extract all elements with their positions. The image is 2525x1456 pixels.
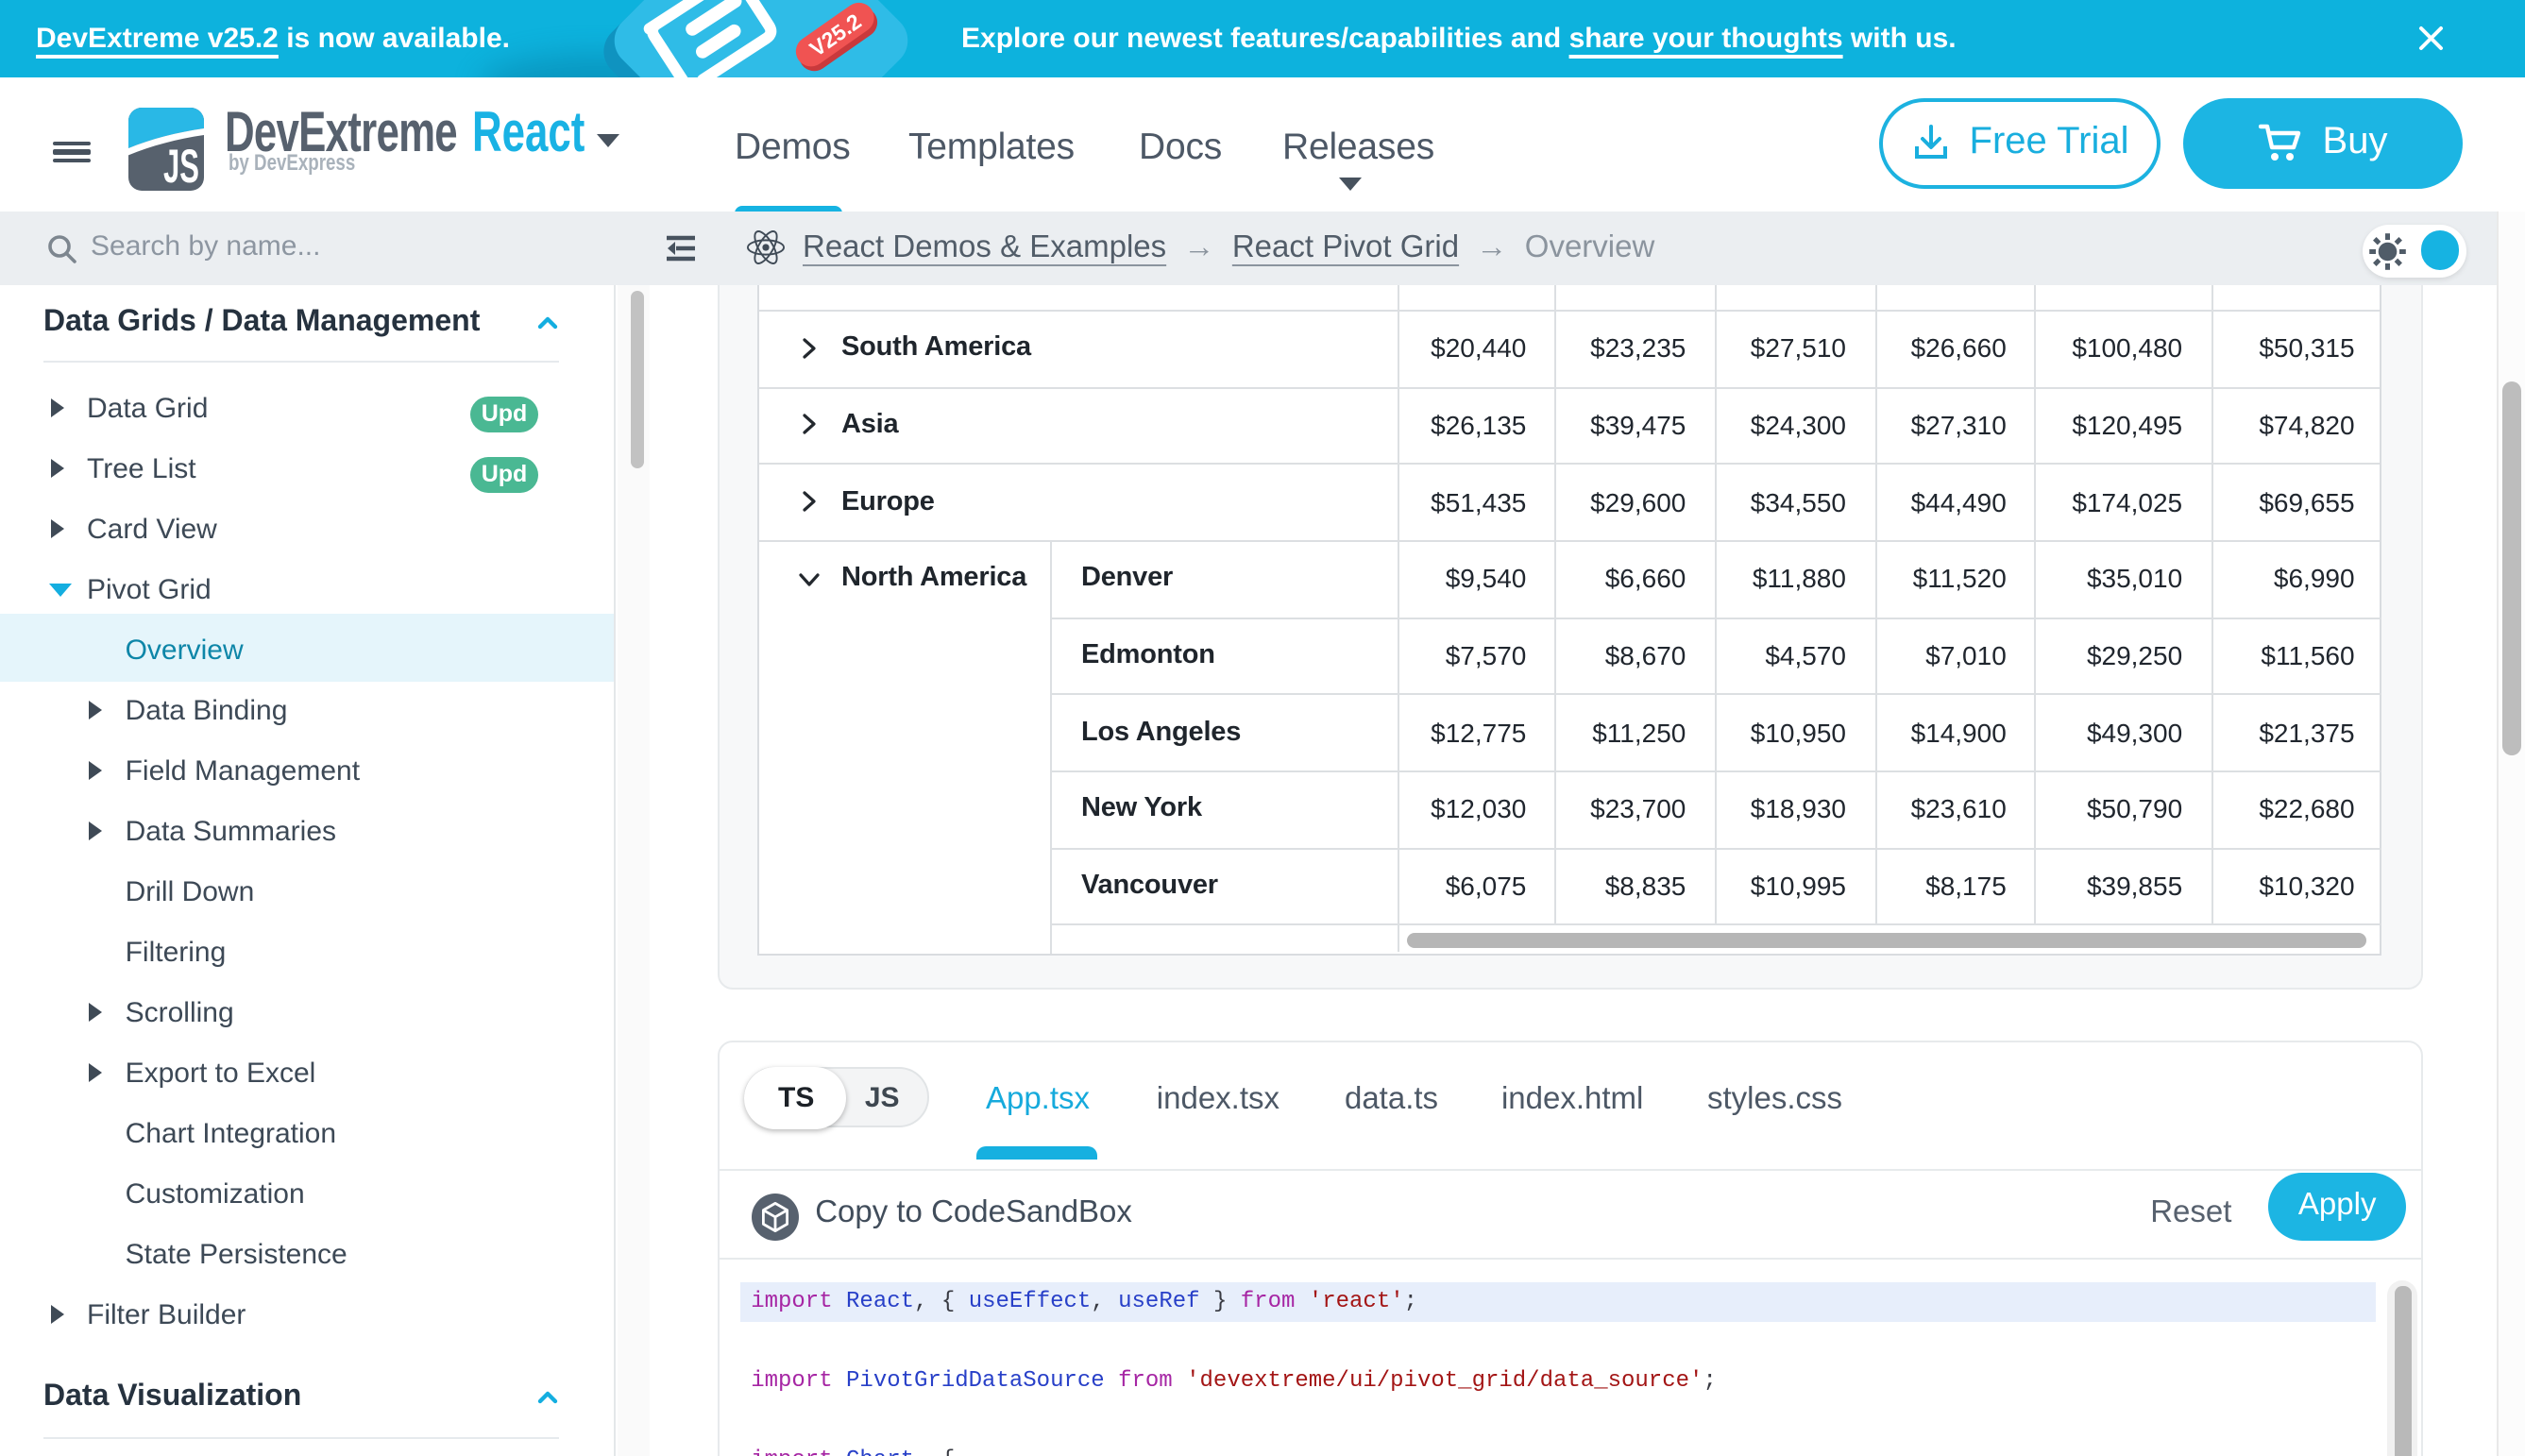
svg-text:JS: JS — [163, 139, 199, 191]
